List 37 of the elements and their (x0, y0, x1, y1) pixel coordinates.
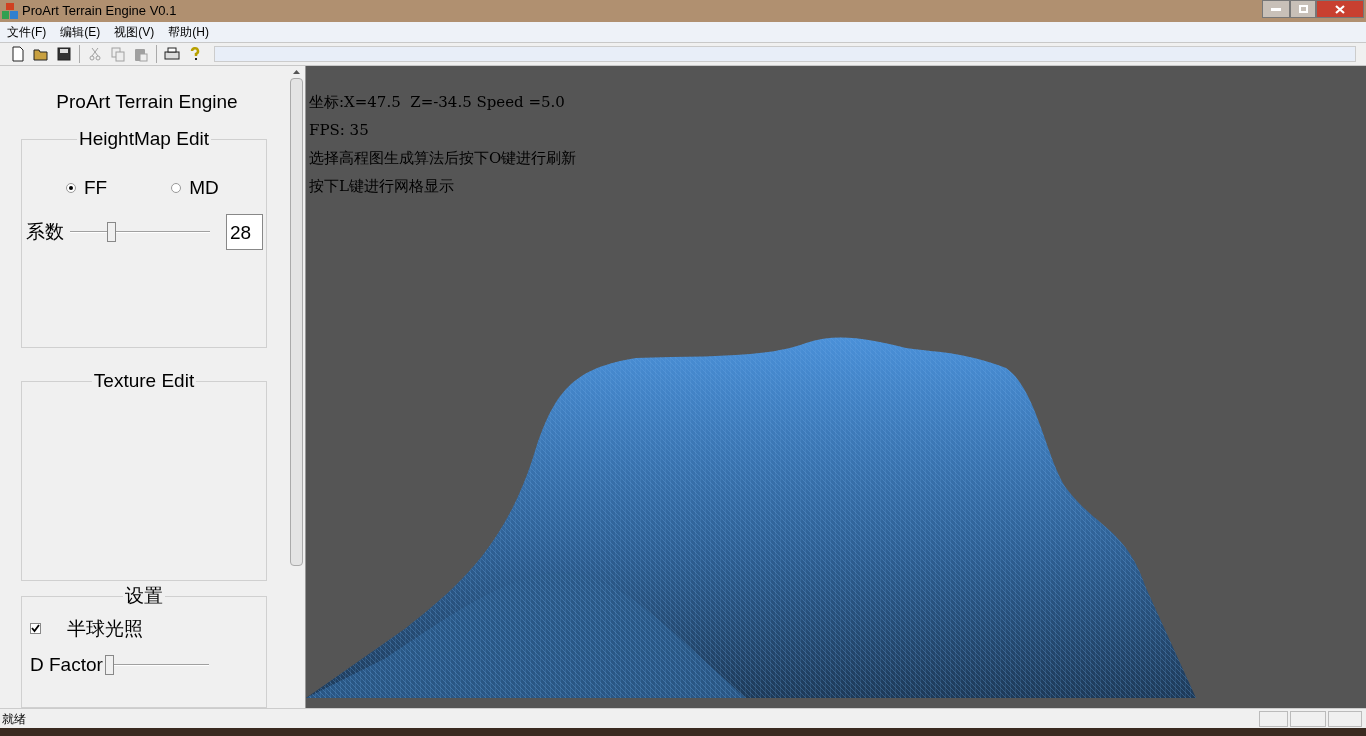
restore-button[interactable] (1290, 0, 1316, 18)
status-text: 就绪 (2, 710, 26, 728)
menu-item[interactable]: 视图(V) (107, 23, 162, 41)
menu-item[interactable]: 帮助(H) (161, 23, 216, 41)
radio-label: FF (84, 175, 108, 200)
app-logo-icon (2, 3, 18, 19)
value-field[interactable]: 28 (226, 214, 263, 250)
d-factor-label: D Factor (30, 653, 103, 678)
radio-button[interactable] (66, 182, 76, 193)
overlay-text: FPS: 35 (309, 120, 370, 141)
status-pane (1328, 710, 1362, 727)
close-icon (1335, 4, 1345, 14)
slider-thumb[interactable] (104, 655, 114, 676)
group-title: 设置 (123, 584, 165, 607)
minimize-button[interactable] (1262, 0, 1290, 18)
slider-thumb[interactable] (107, 222, 117, 242)
overlay-text: 选择高程图生成算法后按下O键进行刷新 (309, 148, 578, 169)
open-folder-icon[interactable] (33, 46, 49, 62)
new-file-icon[interactable] (10, 46, 26, 62)
status-pane (1290, 710, 1326, 727)
save-icon[interactable] (56, 46, 72, 62)
scrollbar-thumb[interactable] (290, 78, 303, 566)
radio-label: MD (189, 175, 219, 200)
sidebar-title: ProArt Terrain Engine (55, 90, 239, 114)
coefficient-label: 系数 (26, 219, 64, 244)
close-button[interactable] (1316, 0, 1364, 18)
radio-button[interactable] (171, 182, 182, 193)
status-pane (1259, 710, 1288, 727)
printer-icon[interactable] (164, 46, 180, 62)
overlay-text: 坐标:X=47.5 Z=-34.5 Speed =5.0 (309, 92, 566, 113)
checkbox[interactable] (30, 623, 41, 635)
scroll-up-arrow-icon[interactable] (293, 70, 300, 74)
overlay-text: 按下L键进行网格显示 (309, 176, 455, 197)
menu-item[interactable]: 文件(F) (0, 23, 54, 41)
checkbox-label: 半球光照 (67, 616, 143, 641)
menu-item[interactable]: 编辑(E) (53, 23, 108, 41)
window-title: ProArt Terrain Engine V0.1 (22, 2, 177, 21)
